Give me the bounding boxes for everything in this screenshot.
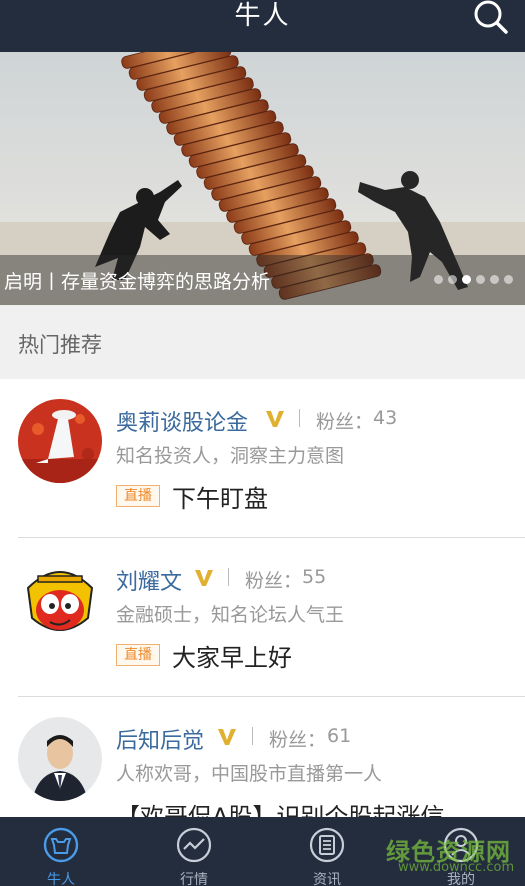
carousel-dot[interactable] <box>448 275 457 284</box>
list-item[interactable]: 后知后觉 粉丝： 61 人称欢哥，中国股市直播第一人 【欢哥侃A股】识别个股起涨… <box>0 697 525 817</box>
page-title: 牛人 <box>234 1 291 31</box>
fans-label: 粉丝： <box>316 411 374 433</box>
post-title[interactable]: 大家早上好 <box>172 638 292 673</box>
verified-icon <box>266 411 284 427</box>
carousel-dot[interactable] <box>434 275 443 284</box>
user-icon <box>443 827 479 863</box>
verified-icon <box>218 729 236 745</box>
fans-count: 61 <box>327 725 352 747</box>
search-button[interactable] <box>471 0 511 36</box>
nav-label: 资讯 <box>313 872 341 886</box>
nav-tab-me[interactable]: 我的 <box>416 817 506 886</box>
list-item[interactable]: 刘耀文 粉丝： 55 金融硕士，知名论坛人气王 直播 大家早上好 <box>0 538 525 697</box>
post-title[interactable]: 下午盯盘 <box>172 479 268 514</box>
user-name[interactable]: 刘耀文 <box>116 564 182 596</box>
user-name[interactable]: 后知后觉 <box>116 723 204 755</box>
bottom-navigation: 牛人 行情 资讯 我的 <box>0 817 525 886</box>
fans-label: 粉丝： <box>269 729 327 751</box>
post-title[interactable]: 【欢哥侃A股】识别个股起涨信 <box>116 797 444 817</box>
carousel-dot-active[interactable] <box>462 275 471 284</box>
user-name[interactable]: 奥莉谈股论金 <box>116 405 248 437</box>
carousel-dot[interactable] <box>504 275 513 284</box>
carousel-indicator <box>434 275 513 284</box>
live-badge: 直播 <box>116 644 160 666</box>
divider <box>299 409 300 427</box>
search-icon <box>474 0 508 34</box>
avatar[interactable] <box>18 717 102 801</box>
bull-icon <box>43 827 79 863</box>
banner-caption: 启明丨存量资金博弈的思路分析 <box>4 271 271 293</box>
user-description: 人称欢哥，中国股市直播第一人 <box>116 763 383 785</box>
avatar-image <box>18 717 102 801</box>
avatar[interactable] <box>18 558 102 642</box>
news-list-icon <box>309 827 345 863</box>
nav-label: 行情 <box>180 872 208 886</box>
avatar-image <box>18 399 102 483</box>
carousel-dot[interactable] <box>476 275 485 284</box>
section-title: 热门推荐 <box>18 333 102 357</box>
nav-tab-news[interactable]: 资讯 <box>282 817 372 886</box>
live-badge: 直播 <box>116 485 160 507</box>
divider <box>228 568 229 586</box>
nav-tab-niuren[interactable]: 牛人 <box>16 817 106 886</box>
avatar-image <box>18 558 102 642</box>
avatar[interactable] <box>18 399 102 483</box>
banner-caption-bar: 启明丨存量资金博弈的思路分析 <box>0 255 525 305</box>
top-app-bar: 牛人 <box>0 0 525 52</box>
recommend-list: 奥莉谈股论金 粉丝： 43 知名投资人，洞察主力意图 直播 下午盯盘 刘耀文 粉… <box>0 379 525 817</box>
nav-label: 牛人 <box>47 872 75 886</box>
fans-count: 43 <box>373 407 398 429</box>
nav-tab-market[interactable]: 行情 <box>149 817 239 886</box>
list-item[interactable]: 奥莉谈股论金 粉丝： 43 知名投资人，洞察主力意图 直播 下午盯盘 <box>0 379 525 538</box>
fans-label: 粉丝： <box>245 570 303 592</box>
carousel-dot[interactable] <box>490 275 499 284</box>
verified-icon <box>195 570 213 586</box>
fans-count: 55 <box>302 566 327 588</box>
user-description: 知名投资人，洞察主力意图 <box>116 445 345 467</box>
nav-label: 我的 <box>447 872 475 886</box>
user-description: 金融硕士，知名论坛人气王 <box>116 604 345 626</box>
hero-banner[interactable]: 启明丨存量资金博弈的思路分析 <box>0 52 525 305</box>
chart-line-icon <box>176 827 212 863</box>
section-header: 热门推荐 <box>0 305 525 379</box>
divider <box>252 727 253 745</box>
